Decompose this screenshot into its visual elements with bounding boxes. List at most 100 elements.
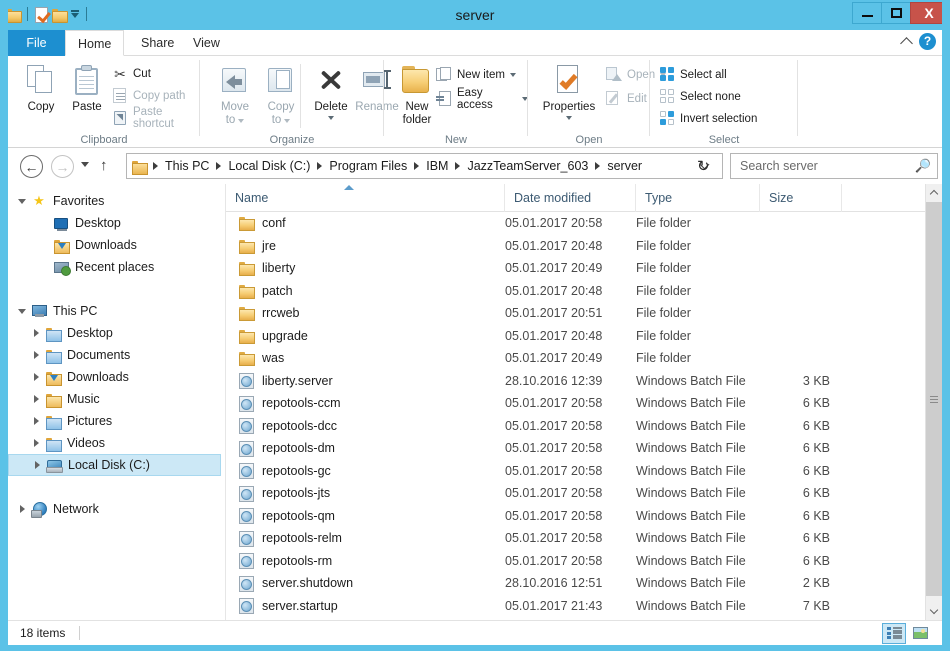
- table-row[interactable]: liberty.server 28.10.2016 12:39 Windows Ba…: [226, 370, 942, 393]
- delete-dropdown-icon[interactable]: [328, 116, 334, 120]
- table-row[interactable]: repotools-dcc 05.01.2017 20:58 Windows Bat…: [226, 415, 942, 438]
- invert-selection-menu-item[interactable]: Invert selection: [660, 109, 757, 128]
- sidebar-item-recent-places[interactable]: Recent places: [8, 256, 225, 278]
- easy-access-menu-item[interactable]: Easy access: [436, 87, 528, 111]
- minimize-button[interactable]: [852, 2, 882, 24]
- breadcrumb-item-this-pc[interactable]: This PC: [162, 159, 212, 173]
- new-item-menu-item[interactable]: New item: [436, 65, 516, 84]
- table-row[interactable]: repotools-gc 05.01.2017 20:58 Windows Batc…: [226, 460, 942, 483]
- sidebar-item-pictures[interactable]: Pictures: [8, 410, 225, 432]
- tab-view[interactable]: View: [181, 30, 232, 56]
- sidebar-item-this-pc[interactable]: This PC: [8, 300, 225, 322]
- sidebar-item-favorites[interactable]: ★ Favorites: [8, 190, 225, 212]
- cut-menu-item[interactable]: ✂ Cut: [112, 64, 151, 83]
- sidebar-item-network[interactable]: Network: [8, 498, 225, 520]
- twisty-expanded-icon[interactable]: [14, 198, 30, 204]
- select-all-icon: [660, 67, 675, 82]
- sidebar-item-desktop[interactable]: Desktop: [8, 322, 225, 344]
- select-none-menu-item[interactable]: Select none: [660, 87, 741, 106]
- recent-locations-icon[interactable]: [81, 162, 89, 167]
- window-controls: X: [852, 2, 948, 24]
- sidebar-item-videos[interactable]: Videos: [8, 432, 225, 454]
- collapse-ribbon-icon[interactable]: [900, 37, 913, 50]
- table-row[interactable]: repotools-dm 05.01.2017 20:58 Windows Batc…: [226, 437, 942, 460]
- select-all-menu-item[interactable]: Select all: [660, 65, 727, 84]
- maximize-button[interactable]: [881, 2, 911, 24]
- new-item-dropdown-icon[interactable]: [509, 72, 516, 77]
- breadcrumb-sep-3: [414, 162, 420, 170]
- twisty-collapsed-icon[interactable]: [29, 461, 45, 469]
- chevron-down-icon: [929, 605, 939, 615]
- breadcrumb-item-program-files[interactable]: Program Files: [326, 159, 410, 173]
- clipboard-group-label: Clipboard: [80, 134, 128, 146]
- scroll-down-button[interactable]: [926, 603, 942, 620]
- column-header-type[interactable]: Type: [636, 184, 760, 212]
- twisty-collapsed-icon[interactable]: [28, 417, 44, 425]
- scrollbar-thumb[interactable]: [926, 202, 942, 596]
- properties-dropdown-icon[interactable]: [566, 116, 572, 120]
- help-icon[interactable]: ?: [919, 33, 936, 50]
- tab-share[interactable]: Share: [129, 30, 186, 56]
- twisty-collapsed-icon[interactable]: [28, 351, 44, 359]
- table-row[interactable]: repotools-ccm 05.01.2017 20:58 Windows Bat…: [226, 392, 942, 415]
- column-header-name-label: Name: [235, 191, 269, 205]
- table-row[interactable]: repotools-jts 05.01.2017 20:58 Windows Bat…: [226, 482, 942, 505]
- large-icons-view-button[interactable]: [908, 623, 932, 644]
- vertical-scrollbar[interactable]: [925, 184, 942, 620]
- navigation-pane[interactable]: ★ Favorites Desktop Downloads Recent pla…: [8, 184, 226, 620]
- table-row[interactable]: jre 05.01.2017 20:48 File folder: [226, 235, 942, 258]
- search-input[interactable]: [740, 159, 915, 173]
- up-button[interactable]: ↑: [100, 157, 108, 175]
- ribbon-group-select: Select all Select none Invert selection …: [650, 56, 798, 148]
- breadcrumb-item-jazzteamserver[interactable]: JazzTeamServer_603: [464, 159, 591, 173]
- refresh-icon[interactable]: ↻: [697, 157, 710, 175]
- breadcrumb[interactable]: This PC Local Disk (C:) Program Files IB…: [126, 153, 723, 179]
- twisty-collapsed-icon[interactable]: [28, 395, 44, 403]
- twisty-collapsed-icon[interactable]: [28, 439, 44, 447]
- file-list-pane[interactable]: Name Date modified Type Size conf 05.01.2…: [226, 184, 942, 620]
- search-box[interactable]: 🔍: [730, 153, 938, 179]
- twisty-collapsed-icon[interactable]: [28, 329, 44, 337]
- column-header-name[interactable]: Name: [226, 184, 505, 212]
- tab-file[interactable]: File: [8, 30, 65, 56]
- paste-shortcut-label: Paste shortcut: [133, 105, 174, 130]
- cell-type: Windows Batch File: [636, 576, 746, 591]
- sidebar-item-documents[interactable]: Documents: [8, 344, 225, 366]
- table-row[interactable]: patch 05.01.2017 20:48 File folder: [226, 280, 942, 303]
- paste-button[interactable]: Paste: [60, 59, 114, 114]
- twisty-collapsed-icon[interactable]: [14, 505, 30, 513]
- sidebar-item-downloads-fav[interactable]: Downloads: [8, 234, 225, 256]
- sidebar-item-music[interactable]: Music: [8, 388, 225, 410]
- sidebar-item-desktop-fav[interactable]: Desktop: [8, 212, 225, 234]
- table-row[interactable]: server.shutdown 28.10.2016 12:51 Windows B…: [226, 572, 942, 595]
- twisty-expanded-icon[interactable]: [14, 308, 30, 314]
- table-row[interactable]: liberty 05.01.2017 20:49 File folder: [226, 257, 942, 280]
- table-row[interactable]: server.startup 05.01.2017 21:43 Windows Ba…: [226, 595, 942, 618]
- details-view-button[interactable]: [882, 622, 906, 644]
- table-row[interactable]: was 05.01.2017 20:49 File folder: [226, 347, 942, 370]
- this-pc-icon: [30, 305, 48, 317]
- edit-icon: [606, 90, 622, 107]
- table-row[interactable]: repotools-qm 05.01.2017 20:58 Windows Batc…: [226, 505, 942, 528]
- search-icon[interactable]: 🔍: [915, 158, 931, 174]
- breadcrumb-item-server[interactable]: server: [604, 159, 645, 173]
- column-header-date-modified[interactable]: Date modified: [505, 184, 636, 212]
- sidebar-item-local-disk-c[interactable]: Local Disk (C:): [8, 454, 221, 476]
- twisty-collapsed-icon[interactable]: [28, 373, 44, 381]
- sidebar-item-downloads[interactable]: Downloads: [8, 366, 225, 388]
- breadcrumb-item-local-disk[interactable]: Local Disk (C:): [225, 159, 313, 173]
- table-row[interactable]: rrcweb 05.01.2017 20:51 File folder: [226, 302, 942, 325]
- table-row[interactable]: upgrade 05.01.2017 20:48 File folder: [226, 325, 942, 348]
- properties-button[interactable]: Properties: [536, 59, 602, 120]
- breadcrumb-item-ibm[interactable]: IBM: [423, 159, 451, 173]
- table-row[interactable]: conf 05.01.2017 20:58 File folder: [226, 212, 942, 235]
- column-header-size[interactable]: Size: [760, 184, 842, 212]
- scroll-up-button[interactable]: [926, 184, 942, 201]
- tab-home[interactable]: Home: [65, 30, 125, 56]
- table-row[interactable]: repotools-relm 05.01.2017 20:58 Windows Ba…: [226, 527, 942, 550]
- back-button[interactable]: ←: [20, 155, 43, 178]
- cell-name: repotools-relm: [226, 530, 505, 547]
- cell-date-modified: 05.01.2017 20:48: [505, 283, 603, 298]
- table-row[interactable]: repotools-rm 05.01.2017 20:58 Windows Batc…: [226, 550, 942, 573]
- cell-date-modified: 28.10.2016 12:51: [505, 576, 603, 591]
